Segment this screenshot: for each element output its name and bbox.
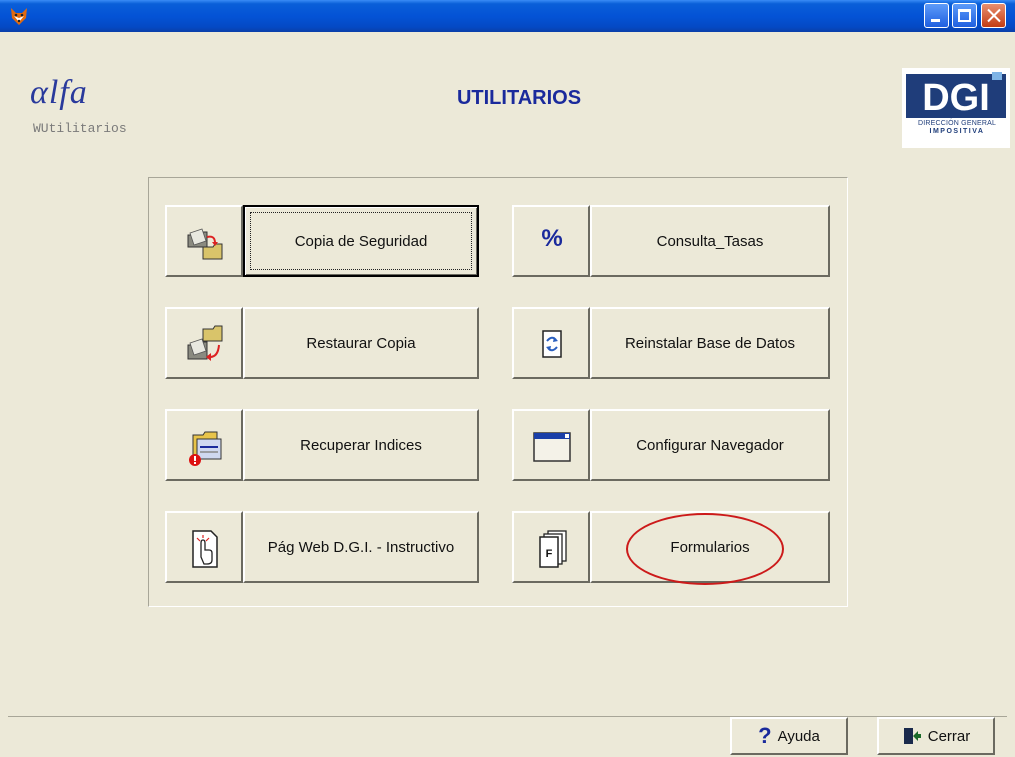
web-page-hand-icon — [192, 530, 218, 568]
consulta-tasas-button[interactable]: Consulta_Tasas — [590, 205, 830, 277]
forms-stack-icon: F — [539, 530, 567, 568]
help-question-icon: ? — [758, 723, 772, 748]
pag-web-dgi-button[interactable]: Pág Web D.G.I. - Instructivo — [243, 511, 479, 583]
dgi-logo: DGI DIRECCIÓN GENERAL IMPOSITIVA — [902, 68, 1010, 148]
status-bar — [8, 716, 1007, 755]
recover-indexes-icon — [189, 431, 222, 466]
cerrar-button[interactable]: Cerrar — [877, 717, 995, 755]
reinstalar-icon-button[interactable] — [512, 307, 590, 379]
configurar-navegador-label: Configurar Navegador — [636, 436, 784, 454]
browser-window-icon — [533, 432, 571, 462]
page-title: UTILITARIOS — [456, 87, 582, 109]
copia-de-seguridad-button[interactable]: Copia de Seguridad — [243, 205, 479, 277]
svg-text:DGI: DGI — [922, 77, 990, 119]
formularios-label: Formularios — [670, 538, 750, 556]
minimize-button[interactable] — [924, 3, 949, 28]
recuperar-indices-button[interactable]: Recuperar Indices — [243, 409, 479, 481]
consulta-tasas-icon-button[interactable]: % — [512, 205, 590, 277]
close-window-button[interactable] — [981, 3, 1006, 28]
reinstalar-base-de-datos-button[interactable]: Reinstalar Base de Datos — [590, 307, 830, 379]
backup-icon-button[interactable] — [165, 205, 243, 277]
consulta-tasas-label: Consulta_Tasas — [656, 232, 764, 250]
cerrar-label: Cerrar — [927, 727, 971, 745]
ayuda-button[interactable]: ? Ayuda — [730, 717, 848, 755]
module-name-label: WUtilitarios — [33, 121, 127, 136]
recuperar-indices-icon-button[interactable] — [165, 409, 243, 481]
title-bar[interactable] — [0, 0, 1015, 32]
restaurar-copia-label: Restaurar Copia — [306, 334, 416, 352]
dgi-caption-line1: DIRECCIÓN GENERAL — [917, 120, 997, 127]
restore-icon-button[interactable] — [165, 307, 243, 379]
focus-ring — [250, 212, 472, 270]
svg-text:F: F — [546, 548, 553, 560]
dgi-caption-line2: IMPOSITIVA — [929, 128, 985, 135]
ayuda-label: Ayuda — [777, 727, 820, 745]
configurar-navegador-button[interactable]: Configurar Navegador — [590, 409, 830, 481]
pag-web-icon-button[interactable] — [165, 511, 243, 583]
utilitarios-window: αlfa WUtilitarios UTILITARIOS DGI DIRECC… — [0, 0, 1015, 757]
reinstall-database-icon — [542, 330, 562, 358]
formularios-icon-button[interactable]: F — [512, 511, 590, 583]
fox-icon — [11, 8, 27, 25]
percent-icon: % — [541, 225, 563, 252]
backup-folders-icon — [187, 228, 223, 260]
restaurar-copia-button[interactable]: Restaurar Copia — [243, 307, 479, 379]
dgi-caption: DIRECCIÓN GENERAL IMPOSITIVA — [905, 120, 1009, 136]
alfa-logo: αlfa — [30, 74, 88, 111]
recuperar-indices-label: Recuperar Indices — [300, 436, 422, 454]
pag-web-dgi-label: Pág Web D.G.I. - Instructivo — [267, 538, 455, 556]
reinstalar-base-de-datos-label: Reinstalar Base de Datos — [624, 334, 796, 352]
maximize-button[interactable] — [952, 3, 977, 28]
restore-folders-icon — [187, 325, 223, 361]
dgi-logo-mark: DGI — [906, 72, 1006, 119]
configurar-navegador-icon-button[interactable] — [512, 409, 590, 481]
exit-door-icon — [903, 728, 921, 744]
formularios-button[interactable]: Formularios — [590, 511, 830, 583]
